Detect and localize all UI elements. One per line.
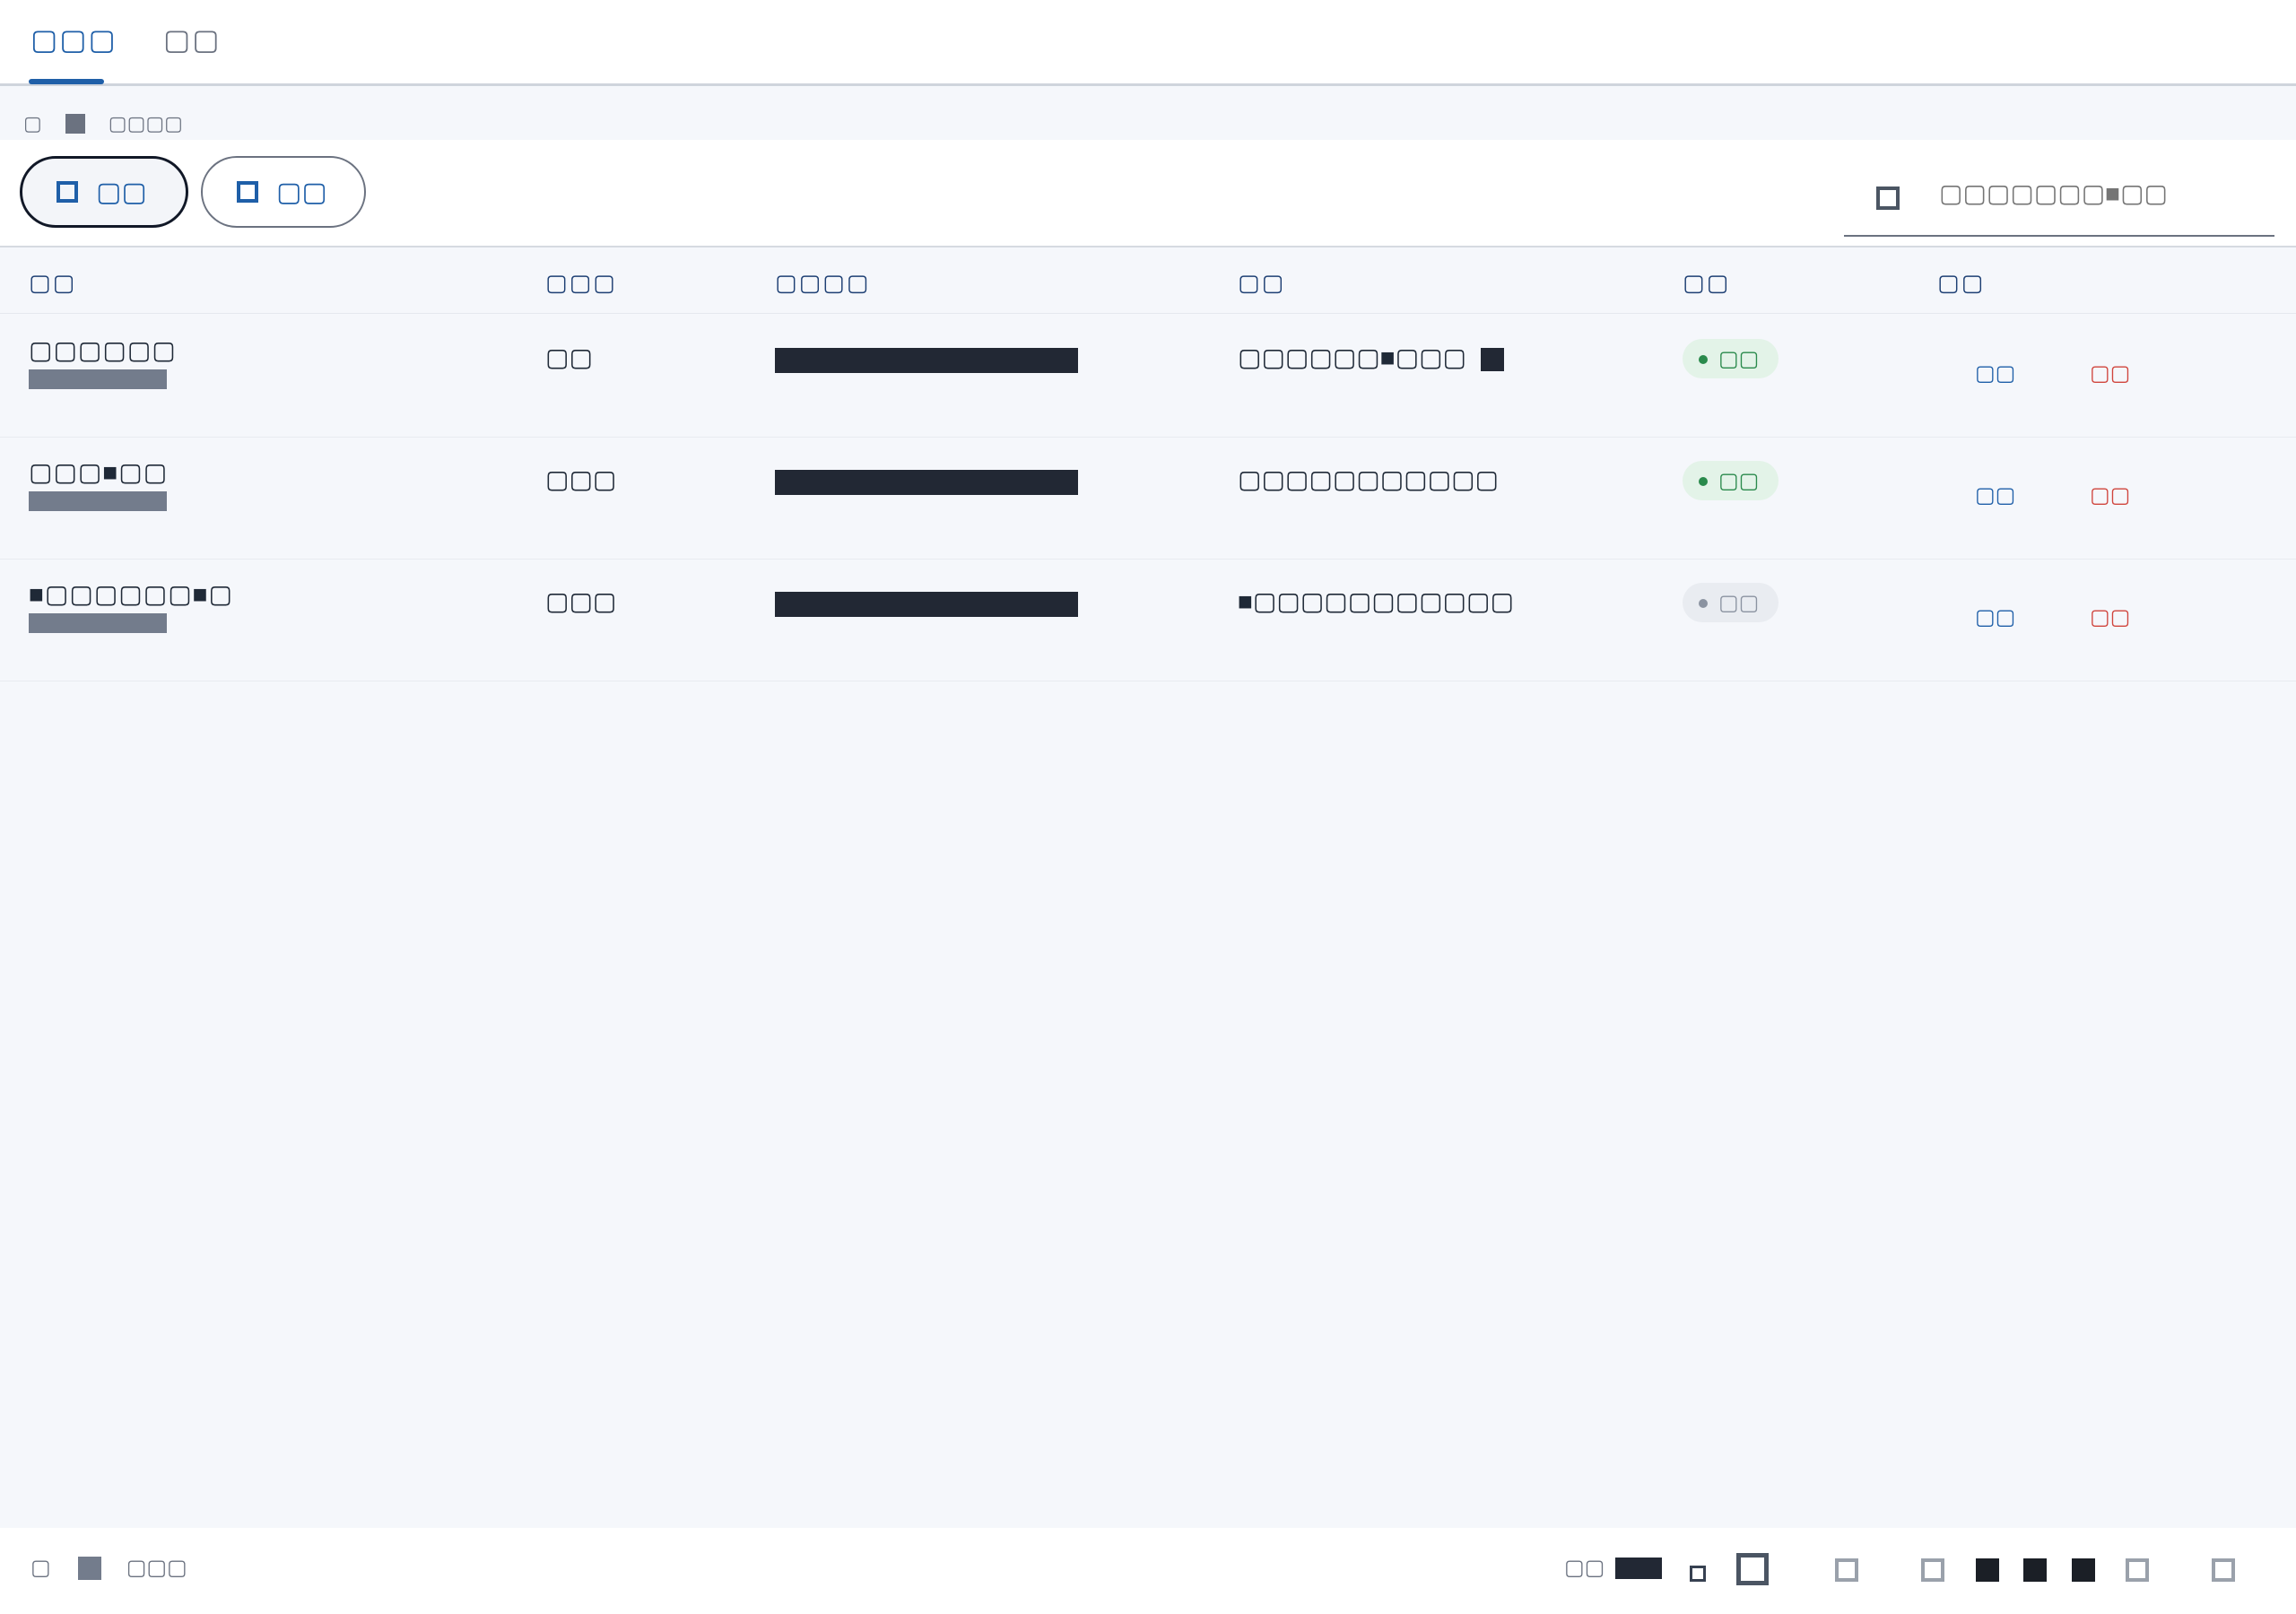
result-count — [65, 114, 85, 134]
status-badge: ▢▢ — [1683, 339, 1779, 378]
filter-label: ▢▢ — [276, 177, 327, 207]
search-box — [1844, 161, 2274, 237]
status-badge: ▢▢ — [1683, 583, 1779, 622]
chevron-down-icon[interactable] — [1690, 1566, 1706, 1582]
row-subtitle — [29, 613, 167, 633]
table-row[interactable]: ▢▢▢■▢▢ ▢▢▢ ▢▢▢▢▢▢▢▢▢▢▢ ▢▢ ▢▢ ▢▢ — [0, 438, 2296, 560]
edit-button[interactable]: ▢▢ — [1975, 482, 2015, 508]
tab-bar: ▢▢▢ ▢▢ — [0, 0, 2296, 86]
row-path: ■▢▢▢▢▢▢▢▢▢▢▢ — [1238, 587, 1514, 615]
result-summary: ▢ ▢▢▢▢ — [23, 111, 183, 136]
table-row[interactable]: ▢▢▢▢▢▢ ▢▢ ▢▢▢▢▢▢■▢▢▢ ▢▢ ▢▢ ▢▢ — [0, 316, 2296, 438]
row-type: ▢▢▢ — [545, 587, 617, 615]
toolbar: ▢▢ ▢▢ — [0, 140, 2296, 247]
prev-page-button[interactable] — [1835, 1558, 1858, 1582]
edit-button[interactable]: ▢▢ — [1975, 360, 2015, 386]
row-subtitle — [29, 491, 167, 511]
rows-per-page-label: ▢▢ — [1564, 1556, 1605, 1580]
row-name: ▢▢▢▢▢▢ — [29, 336, 177, 364]
page-button[interactable] — [1921, 1558, 1944, 1582]
rows-per-page-select[interactable] — [1615, 1557, 1663, 1579]
column-header-actions: ▢▢ — [1937, 269, 1986, 296]
delete-button[interactable]: ▢▢ — [2090, 360, 2130, 386]
column-header-name[interactable]: ▢▢ — [29, 269, 76, 297]
page-button[interactable] — [2023, 1558, 2047, 1582]
row-subtitle — [29, 369, 167, 389]
row-path: ▢▢▢▢▢▢■▢▢▢ — [1238, 343, 1505, 372]
search-icon — [1876, 187, 1900, 210]
tab-second[interactable]: ▢▢ — [163, 22, 221, 57]
table-header: ▢▢ ▢▢▢ ▢▢▢▢ ▢▢ ▢▢ ▢▢ — [0, 249, 2296, 314]
first-page-button[interactable] — [1736, 1553, 1769, 1585]
status-badge: ▢▢ — [1683, 461, 1779, 500]
delete-button[interactable]: ▢▢ — [2090, 482, 2130, 508]
pagination-footer: ▢ ▢▢▢ ▢▢ — [0, 1528, 2296, 1614]
row-path: ▢▢▢▢▢▢▢▢▢▢▢ — [1238, 465, 1500, 493]
row-name: ■▢▢▢▢▢▢■▢ — [29, 580, 234, 608]
row-name: ▢▢▢■▢▢ — [29, 458, 169, 486]
row-detail — [775, 470, 1078, 495]
column-header-detail[interactable]: ▢▢▢▢ — [775, 269, 870, 297]
filter-label: ▢▢ — [96, 177, 147, 207]
summary-suffix: ▢▢▢▢ — [108, 112, 183, 134]
filter-icon — [57, 181, 78, 203]
footer-summary: ▢ ▢▢▢ — [30, 1555, 187, 1581]
page-button[interactable] — [1976, 1558, 1999, 1582]
page-button[interactable] — [2072, 1558, 2095, 1582]
search-input[interactable] — [1939, 174, 2262, 213]
summary-prefix: ▢ — [23, 112, 42, 134]
column-header-type[interactable]: ▢▢▢ — [545, 269, 617, 297]
delete-button[interactable]: ▢▢ — [2090, 604, 2130, 630]
active-tab-indicator — [29, 79, 104, 84]
last-page-button[interactable] — [2212, 1558, 2235, 1582]
filter-button-second[interactable]: ▢▢ — [201, 156, 366, 228]
column-header-path[interactable]: ▢▢ — [1238, 269, 1285, 297]
rows-per-page: ▢▢ — [1564, 1555, 1663, 1581]
row-detail — [775, 592, 1078, 617]
footer-count — [77, 1556, 101, 1580]
row-type: ▢▢▢ — [545, 465, 617, 493]
edit-button[interactable]: ▢▢ — [1975, 604, 2015, 630]
footer-summary-suffix: ▢▢▢ — [126, 1556, 187, 1580]
column-header-status[interactable]: ▢▢ — [1683, 269, 1730, 297]
filter-button-first[interactable]: ▢▢ — [20, 156, 188, 228]
row-path-text: ▢▢▢▢▢▢■▢▢▢ — [1238, 343, 1467, 371]
copy-icon[interactable] — [1481, 347, 1505, 371]
footer-summary-prefix: ▢ — [30, 1556, 51, 1580]
row-detail — [775, 348, 1078, 373]
next-page-button[interactable] — [2126, 1558, 2149, 1582]
row-type: ▢▢ — [545, 343, 593, 371]
filter-icon — [237, 181, 258, 203]
table-row[interactable]: ■▢▢▢▢▢▢■▢ ▢▢▢ ■▢▢▢▢▢▢▢▢▢▢▢ ▢▢ ▢▢ ▢▢ — [0, 560, 2296, 681]
tab-first[interactable]: ▢▢▢ — [30, 22, 117, 57]
